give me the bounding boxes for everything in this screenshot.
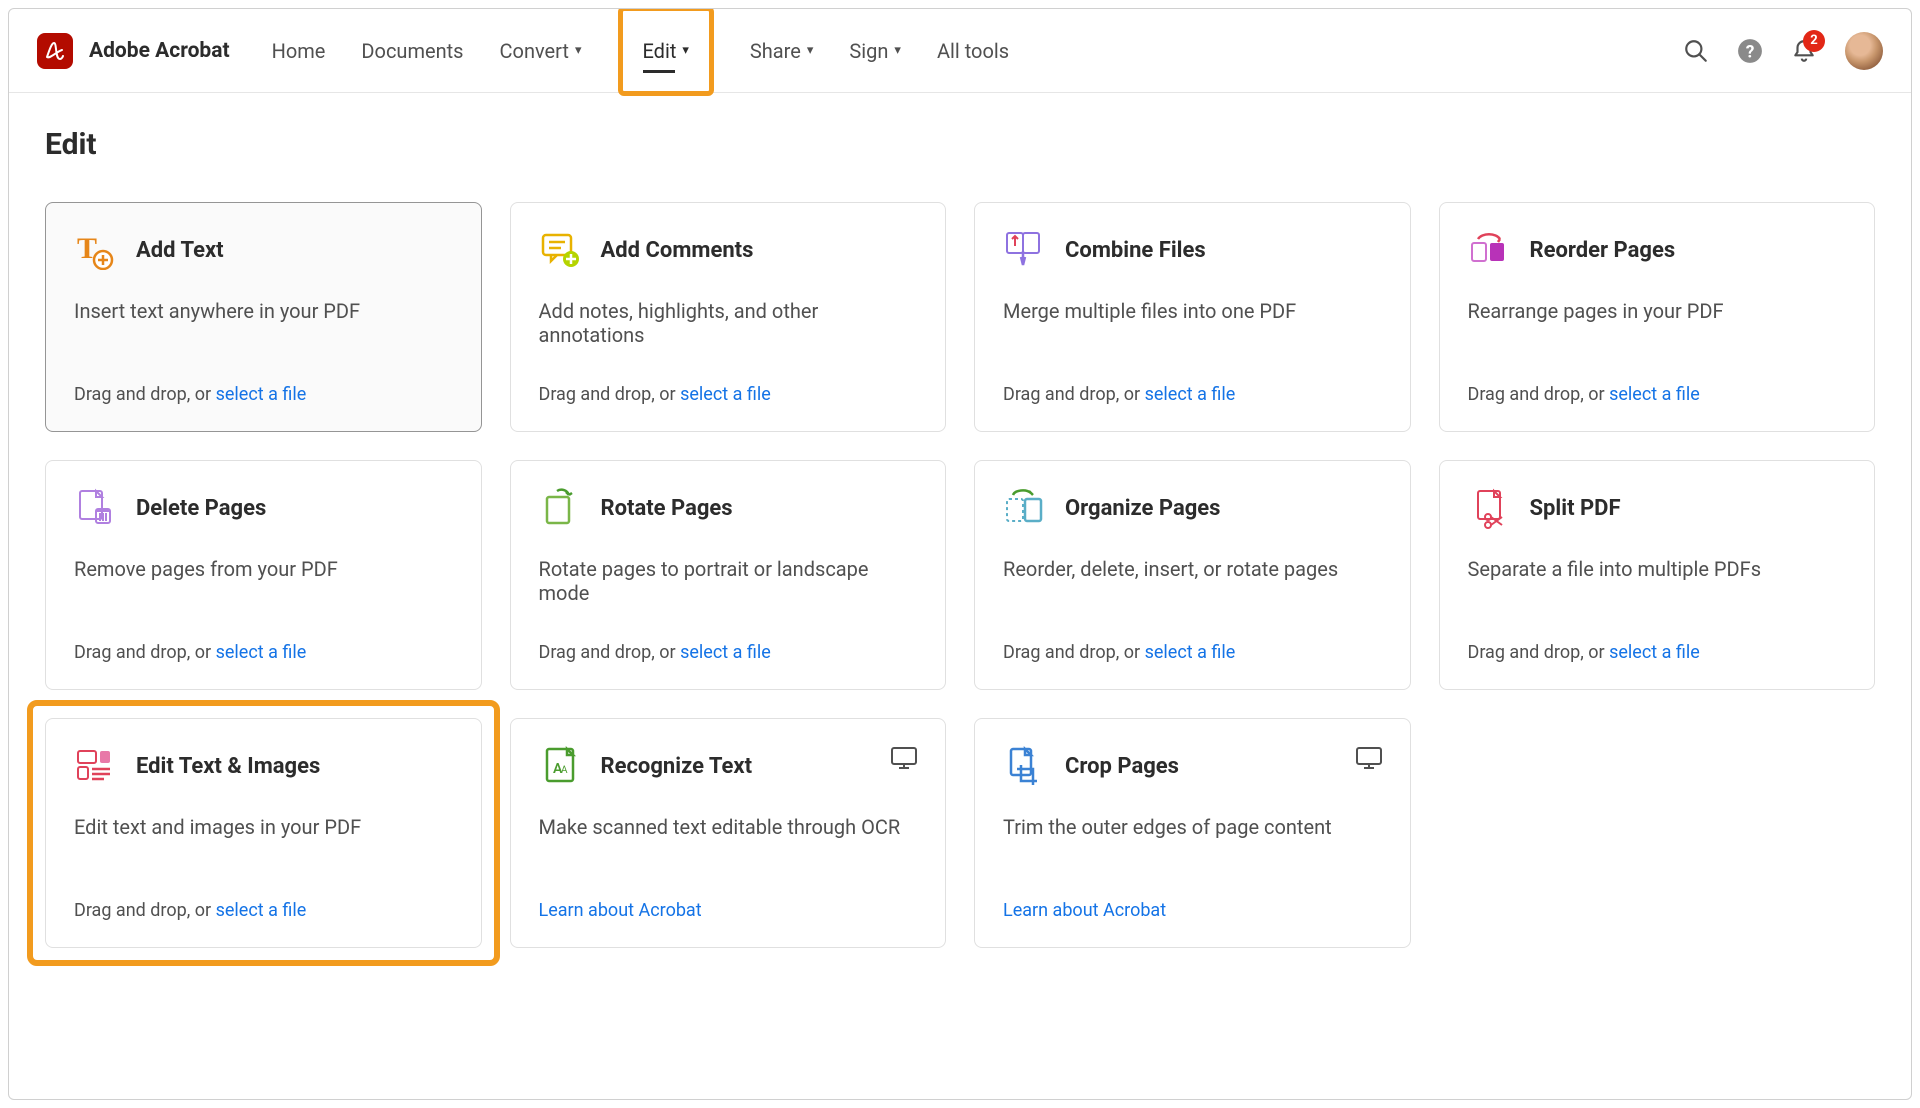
notifications-button[interactable]: 2 <box>1791 38 1817 64</box>
card-title: Combine Files <box>1065 238 1206 263</box>
rotate-pages-icon <box>539 487 581 529</box>
card-desc: Rearrange pages in your PDF <box>1468 299 1847 360</box>
chevron-down-icon: ▾ <box>682 43 689 58</box>
card-title: Split PDF <box>1530 496 1621 521</box>
learn-link[interactable]: Learn about Acrobat <box>539 900 918 921</box>
card-footer: Drag and drop, or select a file <box>1003 384 1382 405</box>
select-file-link[interactable]: select a file <box>1145 642 1236 663</box>
card-title: Reorder Pages <box>1530 238 1676 263</box>
card-footer: Drag and drop, or select a file <box>539 642 918 663</box>
highlight-edit-nav: Edit▾ <box>618 8 714 96</box>
desktop-icon <box>891 747 917 773</box>
card-footer: Drag and drop, or select a file <box>1468 384 1847 405</box>
select-file-link[interactable]: select a file <box>1145 384 1236 405</box>
card-title: Recognize Text <box>601 754 753 779</box>
select-file-link[interactable]: select a file <box>1609 642 1700 663</box>
profile-button[interactable] <box>1845 32 1883 70</box>
card-reorder-pages[interactable]: Reorder Pages Rearrange pages in your PD… <box>1439 202 1876 432</box>
header-actions: ? 2 <box>1683 32 1883 70</box>
page-title: Edit <box>45 127 1875 162</box>
card-desc: Edit text and images in your PDF <box>74 815 453 876</box>
card-footer: Drag and drop, or select a file <box>1468 642 1847 663</box>
acrobat-logo <box>37 33 73 69</box>
card-desc: Make scanned text editable through OCR <box>539 815 918 876</box>
chevron-down-icon: ▾ <box>575 43 582 58</box>
card-organize-pages[interactable]: Organize Pages Reorder, delete, insert, … <box>974 460 1411 690</box>
card-desc: Rotate pages to portrait or landscape mo… <box>539 557 918 618</box>
card-title: Edit Text & Images <box>136 754 320 779</box>
card-split-pdf[interactable]: Split PDF Separate a file into multiple … <box>1439 460 1876 690</box>
nav-share[interactable]: Share▾ <box>750 11 814 91</box>
help-button[interactable]: ? <box>1737 38 1763 64</box>
nav-edit[interactable]: Edit▾ <box>643 11 689 91</box>
select-file-link[interactable]: select a file <box>216 642 307 663</box>
main-nav: Home Documents Convert▾ Edit▾ Share▾ Sig… <box>272 8 1683 96</box>
search-button[interactable] <box>1683 38 1709 64</box>
card-desc: Remove pages from your PDF <box>74 557 453 618</box>
help-icon: ? <box>1737 38 1763 64</box>
card-edit-text-images[interactable]: Edit Text & Images Edit text and images … <box>45 718 482 948</box>
add-comments-icon <box>539 229 581 271</box>
card-desc: Separate a file into multiple PDFs <box>1468 557 1847 618</box>
combine-files-icon <box>1003 229 1045 271</box>
card-desc: Reorder, delete, insert, or rotate pages <box>1003 557 1382 618</box>
card-footer: Drag and drop, or select a file <box>539 384 918 405</box>
card-footer: Drag and drop, or select a file <box>74 900 453 921</box>
card-footer: Drag and drop, or select a file <box>1003 642 1382 663</box>
card-add-text[interactable]: T Add Text Insert text anywhere in your … <box>45 202 482 432</box>
card-crop-pages[interactable]: Crop Pages Trim the outer edges of page … <box>974 718 1411 948</box>
card-title: Rotate Pages <box>601 496 733 521</box>
app-header: Adobe Acrobat Home Documents Convert▾ Ed… <box>9 9 1911 93</box>
card-title: Delete Pages <box>136 496 266 521</box>
highlight-edit-card: Edit Text & Images Edit text and images … <box>27 700 500 966</box>
card-desc: Trim the outer edges of page content <box>1003 815 1382 876</box>
svg-text:A: A <box>561 765 568 776</box>
edit-text-images-icon <box>74 745 116 787</box>
chevron-down-icon: ▾ <box>894 43 901 58</box>
select-file-link[interactable]: select a file <box>680 642 771 663</box>
card-rotate-pages[interactable]: Rotate Pages Rotate pages to portrait or… <box>510 460 947 690</box>
select-file-link[interactable]: select a file <box>1609 384 1700 405</box>
select-file-link[interactable]: select a file <box>680 384 771 405</box>
card-desc: Merge multiple files into one PDF <box>1003 299 1382 360</box>
recognize-text-icon: AA <box>539 745 581 787</box>
notification-badge: 2 <box>1803 30 1825 52</box>
card-title: Add Comments <box>601 238 754 263</box>
crop-pages-icon <box>1003 745 1045 787</box>
nav-home[interactable]: Home <box>272 11 326 91</box>
nav-all-tools[interactable]: All tools <box>937 11 1009 91</box>
desktop-icon <box>1356 747 1382 773</box>
learn-link[interactable]: Learn about Acrobat <box>1003 900 1382 921</box>
tools-grid: T Add Text Insert text anywhere in your … <box>45 202 1875 948</box>
card-title: Crop Pages <box>1065 754 1179 779</box>
delete-pages-icon <box>74 487 116 529</box>
card-footer: Drag and drop, or select a file <box>74 642 453 663</box>
svg-text:?: ? <box>1746 42 1755 62</box>
organize-pages-icon <box>1003 487 1045 529</box>
card-desc: Add notes, highlights, and other annotat… <box>539 299 918 360</box>
avatar <box>1845 32 1883 70</box>
card-title: Organize Pages <box>1065 496 1220 521</box>
card-title: Add Text <box>136 238 224 263</box>
card-add-comments[interactable]: Add Comments Add notes, highlights, and … <box>510 202 947 432</box>
select-file-link[interactable]: select a file <box>216 900 307 921</box>
card-footer: Drag and drop, or select a file <box>74 384 453 405</box>
card-recognize-text[interactable]: AA Recognize Text Make scanned text edit… <box>510 718 947 948</box>
chevron-down-icon: ▾ <box>807 43 814 58</box>
reorder-pages-icon <box>1468 229 1510 271</box>
card-delete-pages[interactable]: Delete Pages Remove pages from your PDF … <box>45 460 482 690</box>
nav-documents[interactable]: Documents <box>361 11 463 91</box>
search-icon <box>1683 38 1709 64</box>
page-content: Edit T Add Text Insert text anywhere in … <box>9 93 1911 982</box>
app-title: Adobe Acrobat <box>89 39 230 63</box>
nav-convert[interactable]: Convert▾ <box>500 11 582 91</box>
nav-sign[interactable]: Sign▾ <box>849 11 901 91</box>
card-desc: Insert text anywhere in your PDF <box>74 299 453 360</box>
add-text-icon: T <box>74 229 116 271</box>
card-combine-files[interactable]: Combine Files Merge multiple files into … <box>974 202 1411 432</box>
select-file-link[interactable]: select a file <box>216 384 307 405</box>
split-pdf-icon <box>1468 487 1510 529</box>
